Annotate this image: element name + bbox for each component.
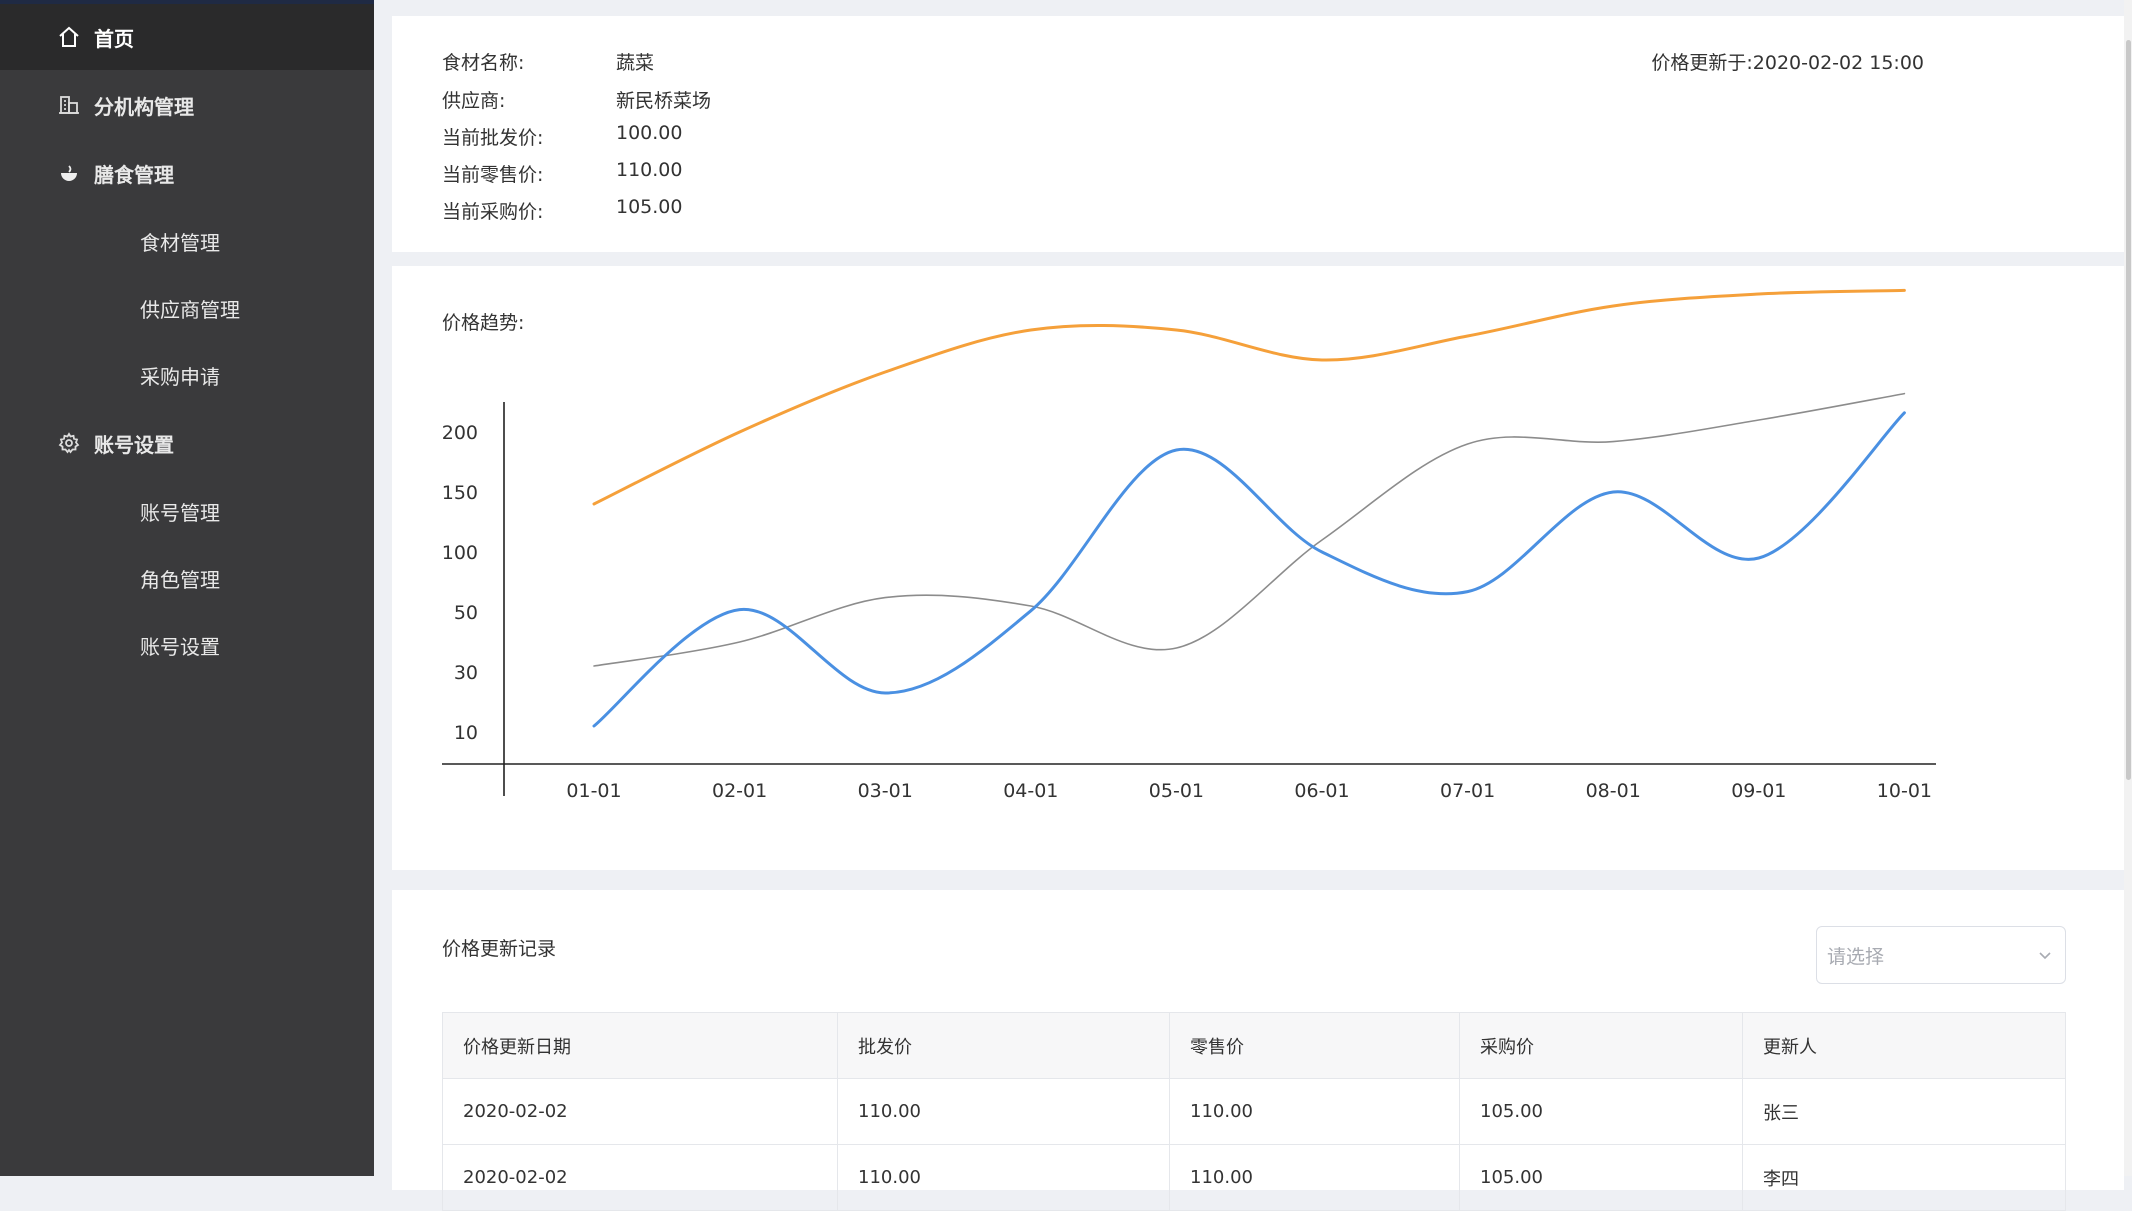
cell-retail: 110.00 [1169,1078,1460,1145]
sidebar-item-label: 膳食管理 [94,162,174,187]
col-header-retail: 零售价 [1169,1012,1460,1079]
cell-wholesale: 110.00 [837,1078,1170,1145]
sidebar-item-account-management[interactable]: 账号管理 [0,478,374,544]
records-filter-select[interactable]: 请选择 [1816,926,2066,984]
sidebar-item-label: 账号设置 [140,634,220,659]
retail-value: 110.00 [616,159,683,181]
cell-purchase: 105.00 [1459,1144,1743,1211]
col-header-updater: 更新人 [1742,1012,2066,1079]
retail-label: 当前零售价: [442,164,544,186]
x-tick-label: 09-01 [1731,780,1786,802]
records-title: 价格更新记录 [442,938,557,960]
x-tick-label: 06-01 [1294,780,1349,802]
y-tick-label: 200 [442,422,478,444]
series-line [592,411,1906,728]
sidebar-item-label: 账号管理 [140,500,220,525]
cell-date: 2020-02-02 [442,1078,838,1145]
series-line [592,288,1906,506]
wholesale-value: 100.00 [616,122,683,144]
chevron-down-icon [2039,952,2051,960]
price-records-table: 价格更新日期 批发价 零售价 采购价 更新人 2020-02-02 110.00… [442,1012,2066,1211]
y-tick-label: 10 [454,722,478,744]
y-tick-label: 50 [454,602,478,624]
x-tick-label: 01-01 [566,780,621,802]
x-tick-label: 03-01 [858,780,913,802]
name-label: 食材名称: [442,52,525,74]
sidebar-item-purchase-request[interactable]: 采购申请 [0,342,374,408]
sidebar-item-branch[interactable]: 分机构管理 [0,72,374,138]
price-trend-card: 价格趋势: 10 30 50 100 150 200 01-01 02-01 03-01 04-0… [392,266,2124,870]
cell-updater: 李四 [1742,1144,2066,1211]
supplier-label: 供应商: [442,90,506,112]
cell-updater: 张三 [1742,1078,2066,1145]
x-tick-label: 07-01 [1440,780,1495,802]
x-tick-label: 10-01 [1877,780,1932,802]
price-trend-chart: 10 30 50 100 150 200 01-01 02-01 03-01 04-01 05-01… [442,288,1936,802]
y-tick-label: 150 [442,482,478,504]
x-tick-label: 05-01 [1149,780,1204,802]
purchase-label: 当前采购价: [442,201,544,223]
sidebar-item-home[interactable]: 首页 [0,4,374,70]
ingredient-info-card: 食材名称: 蔬菜 供应商: 新民桥菜场 当前批发价: 100.00 当前零售价:… [392,16,2124,252]
price-updated-time: 价格更新于:2020-02-02 15:00 [1651,52,1924,74]
sidebar-item-account-setup[interactable]: 账号设置 [0,612,374,678]
sidebar-item-label: 角色管理 [140,567,220,592]
sidebar-item-label: 账号设置 [94,432,174,457]
cell-date: 2020-02-02 [442,1144,838,1211]
sidebar-item-label: 首页 [94,26,134,51]
sidebar: 首页 分机构管理 膳食管理 食材管理 供应商管理 采购申请 账号设置 账号管理 … [0,0,374,1176]
purchase-value: 105.00 [616,196,683,218]
building-icon [56,92,82,118]
food-icon [56,160,82,186]
col-header-wholesale: 批发价 [837,1012,1170,1079]
x-tick-label: 02-01 [712,780,767,802]
y-tick-label: 30 [454,662,478,684]
home-icon [56,24,82,50]
supplier-value: 新民桥菜场 [616,90,712,112]
sidebar-item-label: 供应商管理 [140,297,240,322]
price-records-card: 价格更新记录 请选择 价格更新日期 批发价 零售价 采购价 更新人 2020-0… [392,890,2124,1211]
sidebar-item-role-management[interactable]: 角色管理 [0,545,374,611]
gear-icon [56,430,82,456]
cell-purchase: 105.00 [1459,1078,1743,1145]
sidebar-item-account-settings[interactable]: 账号设置 [0,410,374,476]
select-placeholder: 请选择 [1827,945,1885,968]
col-header-date: 价格更新日期 [442,1012,838,1079]
cell-wholesale: 110.00 [837,1144,1170,1211]
sidebar-item-diet[interactable]: 膳食管理 [0,140,374,206]
series-line [593,392,1906,667]
sidebar-item-suppliers[interactable]: 供应商管理 [0,275,374,341]
sidebar-item-ingredients[interactable]: 食材管理 [0,208,374,274]
name-value: 蔬菜 [616,52,655,74]
table-row[interactable]: 2020-02-02 110.00 110.00 105.00 张三 [442,1078,2066,1145]
wholesale-label: 当前批发价: [442,127,544,149]
sidebar-item-label: 采购申请 [140,364,220,389]
cell-retail: 110.00 [1169,1144,1460,1211]
table-header-row: 价格更新日期 批发价 零售价 采购价 更新人 [442,1012,2066,1079]
col-header-purchase: 采购价 [1459,1012,1743,1079]
sidebar-item-label: 分机构管理 [94,94,194,119]
table-row[interactable]: 2020-02-02 110.00 110.00 105.00 李四 [442,1144,2066,1211]
x-tick-label: 08-01 [1586,780,1641,802]
x-tick-label: 04-01 [1003,780,1058,802]
sidebar-item-label: 食材管理 [140,230,220,255]
y-tick-label: 100 [442,542,478,564]
scrollbar-thumb[interactable] [2126,40,2131,780]
